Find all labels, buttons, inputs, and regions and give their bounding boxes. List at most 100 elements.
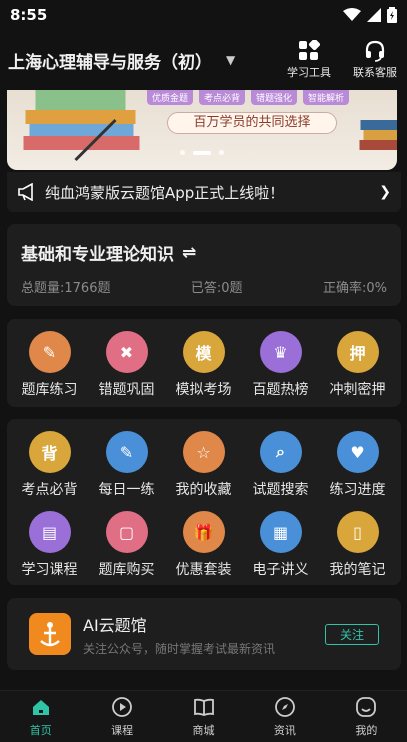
tab-label: 资讯 [273,723,296,737]
subject-card[interactable]: 基础和专业理论知识 ⇌ 总题量:1766题 已答:0题 正确率:0% [7,224,401,306]
icon-glyph: ▦ [272,522,289,542]
grid-icon [299,40,320,60]
icon-glyph: 🎁 [193,522,214,542]
quick-action-item[interactable]: 模模拟考场 [165,331,242,399]
tools-card: 背考点必背 ✎ 每日一练 ☆ 我的收藏 ⌕ 试题搜索 ♥ 练习进度 ▤ 学习课程 ▢ 题库购买 🎁 优惠套装… [7,419,401,585]
tool-icon: ✎ [105,431,148,473]
wifi-icon [343,8,361,21]
follow-button[interactable]: 关注 [324,623,379,645]
compass-icon [275,696,295,717]
tab-profile[interactable]: 我的 [326,691,407,742]
carousel-dot[interactable] [219,150,224,155]
announcement-bar[interactable]: 纯血鸿蒙版云题馆App正式上线啦！ ❯ [7,172,401,212]
tab-play[interactable]: 课程 [81,691,162,742]
ai-description: 关注公众号，随时掌握考试最新资讯 [83,641,276,656]
quick-action-item[interactable]: ♛ 百题热榜 [242,331,319,399]
icon-glyph: 押 [349,344,366,363]
promo-banner[interactable]: 优质金题 考点必背 错题强化 智能解析 百万学员的共同选择 [7,90,397,170]
tab-compass[interactable]: 资讯 [244,691,325,742]
quick-action-label: 题库练习 [21,382,78,398]
icon-glyph: ▤ [41,522,58,542]
tool-icon: 背 [28,431,71,473]
tool-item[interactable]: ♥ 练习进度 [319,431,396,499]
quick-action-item[interactable]: 押冲刺密押 [319,331,396,399]
subject-stats: 总题量:1766题 已答:0题 正确率:0% [21,277,387,296]
tab-label: 我的 [355,723,378,737]
status-time: 8:55 [10,6,48,24]
banner-tag: 优质金题 [147,90,194,105]
quick-action-label: 模拟考场 [175,382,232,398]
tab-label: 首页 [29,723,52,737]
tool-icon: ▦ [259,511,302,553]
tool-item[interactable]: ▦ 电子讲义 [242,511,319,579]
tool-label: 优惠套装 [175,562,232,578]
home-icon [32,699,49,715]
play-icon [112,696,133,717]
headset-icon [365,40,385,62]
contact-service-button[interactable]: 联系客服 [351,40,399,80]
icon-glyph: ♥ [350,442,365,462]
tool-icon: ▢ [105,511,148,553]
tool-icon: 🎁 [182,511,225,553]
tool-item[interactable]: ✎ 每日一练 [88,431,165,499]
tool-item[interactable]: ▤ 学习课程 [11,511,88,579]
quick-action-label: 冲刺密押 [329,382,386,398]
icon-glyph: ☆ [196,442,211,462]
tool-icon: ☆ [182,431,225,473]
profile-icon [356,696,377,717]
carousel-dots [7,150,397,155]
course-title[interactable]: 上海心理辅导与服务（初） [8,48,212,73]
quick-actions-card: ✎ 题库练习 ✖ 错题巩固模模拟考场 ♛ 百题热榜押冲刺密押 [7,319,401,407]
tool-item[interactable]: 🎁 优惠套装 [165,511,242,579]
tool-label: 学习课程 [21,562,78,578]
tool-item[interactable]: ▯ 我的笔记 [319,511,396,579]
switch-icon[interactable]: ⇌ [182,243,196,263]
carousel-dot[interactable] [180,150,185,155]
wechat-account-card[interactable]: AI云题馆 关注公众号，随时掌握考试最新资讯 关注 [7,598,401,670]
tool-item[interactable]: ▢ 题库购买 [88,511,165,579]
book-icon [193,698,214,716]
chevron-down-icon[interactable]: ▼ [226,53,235,67]
icon-glyph: 模 [195,344,212,363]
icon-glyph: 背 [41,444,58,463]
study-tools-button[interactable]: 学习工具 [285,40,333,80]
ai-logo-icon [29,613,71,655]
icon-glyph: ♛ [273,342,288,362]
icon-glyph: ⌕ [276,442,285,461]
tool-item[interactable]: ⌕ 试题搜索 [242,431,319,499]
tool-label: 每日一练 [98,482,155,498]
header-actions: 学习工具 联系客服 [285,40,399,80]
signal-icon [367,8,381,22]
tool-icon: ▯ [336,511,379,553]
tab-book[interactable]: 商城 [163,691,244,742]
study-tools-label: 学习工具 [287,66,331,79]
quick-action-icon: ✎ [28,331,71,373]
tool-label: 考点必背 [21,482,78,498]
tab-home[interactable]: 首页 [0,691,81,742]
contact-service-label: 联系客服 [353,66,397,79]
battery-icon [387,7,397,23]
announcement-text: 纯血鸿蒙版云题馆App正式上线啦！ [45,183,285,202]
tool-item[interactable]: ☆ 我的收藏 [165,431,242,499]
tool-item[interactable]: 背考点必背 [11,431,88,499]
quick-action-label: 错题巩固 [98,382,155,398]
app-header: 上海心理辅导与服务（初） ▼ 学习工具 联系客服 [0,30,407,90]
icon-glyph: ✖ [119,342,134,362]
icon-glyph: ✎ [119,442,134,462]
quick-action-icon: 押 [336,331,379,373]
tool-label: 电子讲义 [252,562,309,578]
carousel-dot-active[interactable] [193,150,211,155]
chevron-right-icon: ❯ [379,184,391,200]
tab-label: 课程 [111,723,134,737]
quick-action-item[interactable]: ✖ 错题巩固 [88,331,165,399]
tool-icon: ⌕ [259,431,302,473]
ai-info: AI云题馆 关注公众号，随时掌握考试最新资讯 [83,612,275,657]
banner-tags: 优质金题 考点必背 错题强化 智能解析 [147,90,350,105]
quick-action-item[interactable]: ✎ 题库练习 [11,331,88,399]
banner-tag: 错题强化 [251,90,298,105]
tool-label: 我的收藏 [175,482,232,498]
tool-label: 题库购买 [98,562,155,578]
accuracy-rate: 正确率:0% [322,281,387,296]
banner-tag: 考点必背 [199,90,246,105]
banner-tag: 智能解析 [303,90,350,105]
